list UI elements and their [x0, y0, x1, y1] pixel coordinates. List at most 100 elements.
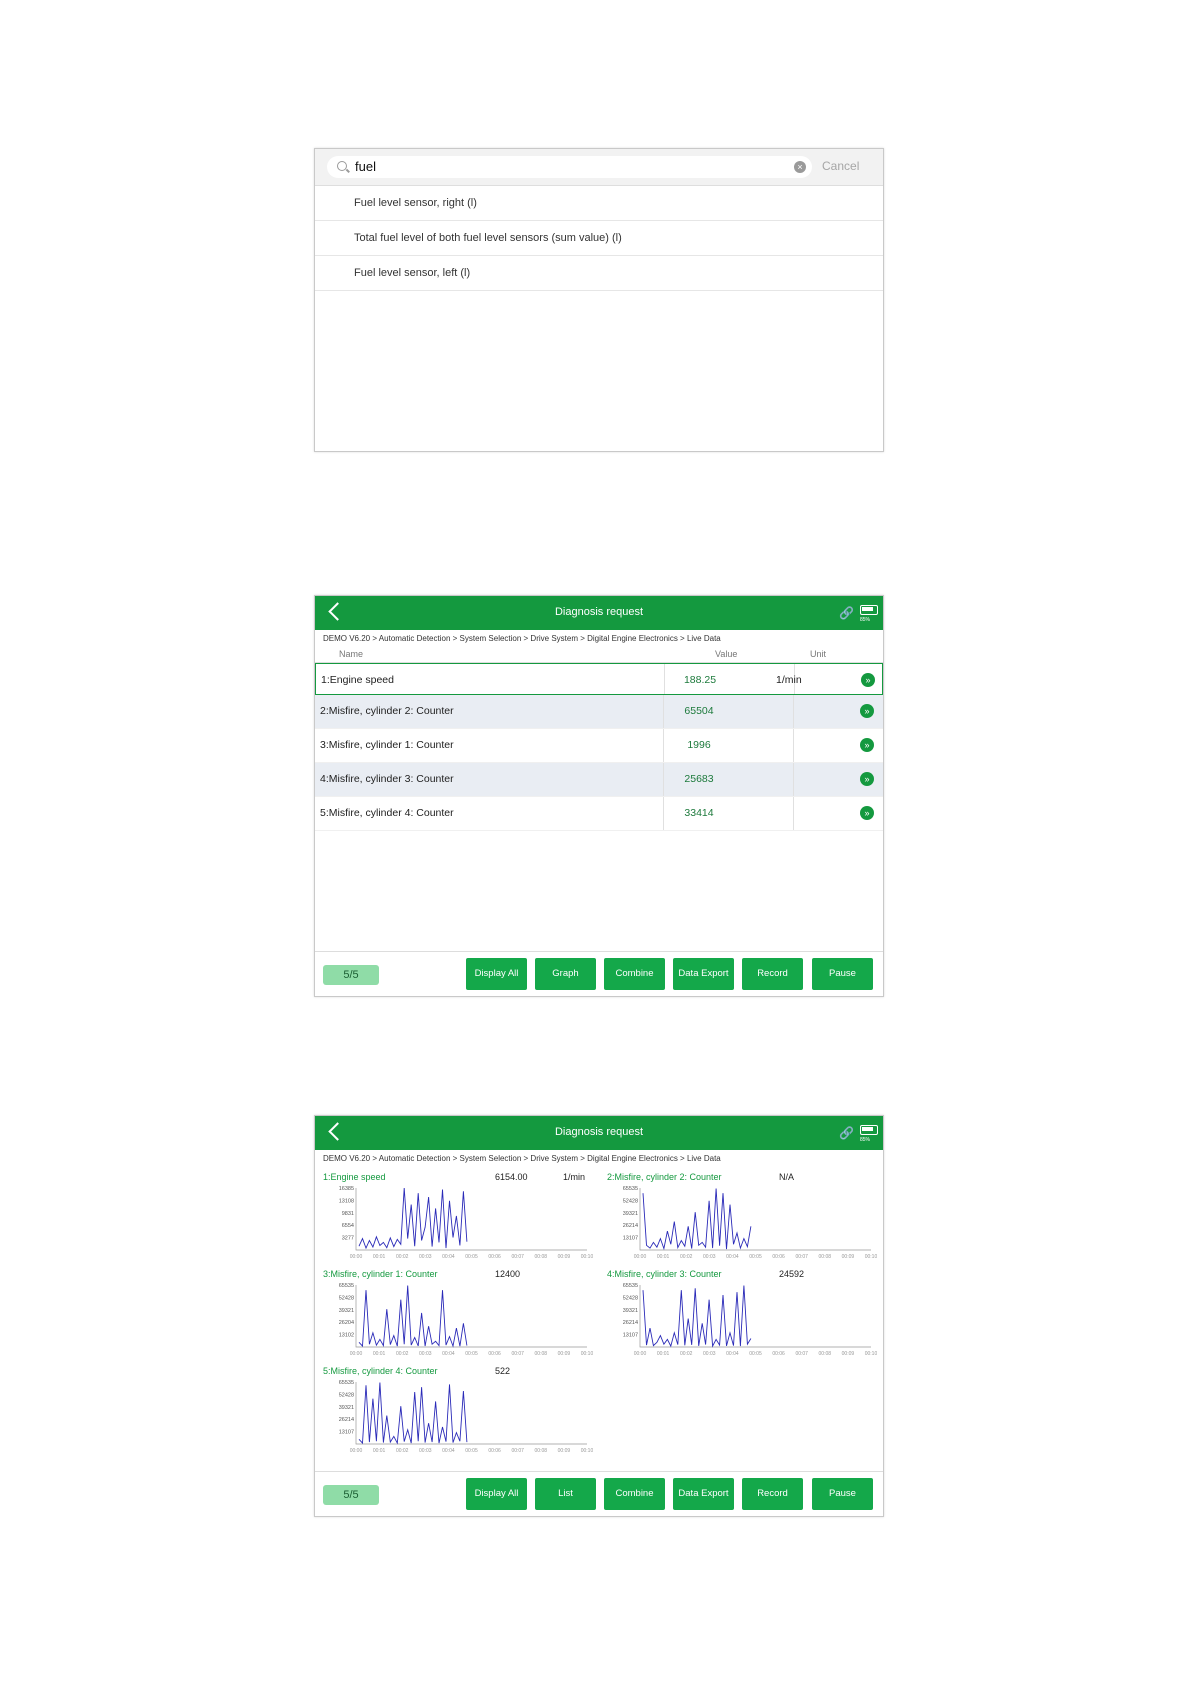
- live-data-graph-screen: Diagnosis request 🔗 85% DEMO V6.20 > Aut…: [314, 1115, 884, 1517]
- chevron-down-icon[interactable]: »: [860, 704, 874, 718]
- y-tick-label: 65535: [339, 1283, 354, 1289]
- combine-button[interactable]: Combine: [604, 958, 665, 990]
- live-data-list-screen: Diagnosis request 🔗 85% DEMO V6.20 > Aut…: [314, 595, 884, 997]
- link-icon: 🔗: [839, 1126, 854, 1140]
- table-row[interactable]: 4:Misfire, cylinder 3: Counter 25683 »: [315, 763, 883, 797]
- graph-button[interactable]: Graph: [535, 958, 596, 990]
- y-tick-label: 52428: [623, 1198, 638, 1204]
- line-chart: 65535 52428 39321 26214 13107 00:00 00:01 00:02…: [623, 1283, 877, 1357]
- x-tick-label: 00:07: [795, 1254, 808, 1260]
- graph-title: 4:Misfire, cylinder 3: Counter: [607, 1269, 722, 1279]
- record-button[interactable]: Record: [742, 958, 803, 990]
- chevron-down-icon[interactable]: »: [860, 772, 874, 786]
- graph-cell[interactable]: 4:Misfire, cylinder 3: Counter 24592 65535…: [607, 1269, 877, 1364]
- table-row[interactable]: 1:Engine speed 188.25 1/min »: [315, 663, 883, 695]
- combine-button[interactable]: Combine: [604, 1478, 665, 1510]
- graph-value: N/A: [779, 1172, 795, 1182]
- top-bar: Diagnosis request 🔗 85%: [315, 596, 883, 630]
- table-row[interactable]: 3:Misfire, cylinder 1: Counter 1996 »: [315, 729, 883, 763]
- link-icon: 🔗: [839, 606, 854, 620]
- record-button[interactable]: Record: [742, 1478, 803, 1510]
- axis-line: [639, 1285, 871, 1348]
- battery-level: 85%: [860, 617, 871, 623]
- page-title: Diagnosis request: [554, 1126, 644, 1138]
- y-tick-label: 26214: [623, 1223, 638, 1229]
- graph-value: 24592: [779, 1269, 805, 1279]
- graph-cell[interactable]: 5:Misfire, cylinder 4: Counter 522 65535 52…: [323, 1366, 593, 1461]
- graph-cell[interactable]: 2:Misfire, cylinder 2: Counter N/A 65535 52…: [607, 1172, 877, 1267]
- row-value: 1996: [687, 739, 711, 751]
- graph-title: 2:Misfire, cylinder 2: Counter: [607, 1172, 722, 1182]
- chevron-down-icon[interactable]: »: [860, 738, 874, 752]
- list-button[interactable]: List: [535, 1478, 596, 1510]
- search-result[interactable]: Fuel level sensor, right (l): [315, 186, 883, 221]
- graph-cell[interactable]: 3:Misfire, cylinder 1: Counter 12400 65535…: [323, 1269, 593, 1364]
- page-title: Diagnosis request: [554, 606, 644, 618]
- breadcrumb: DEMO V6.20 > Automatic Detection > Syste…: [323, 634, 721, 643]
- x-tick-label: 00:03: [419, 1448, 432, 1454]
- table-header: Name Value Unit: [315, 646, 883, 663]
- x-tick-label: 00:03: [419, 1351, 432, 1357]
- battery-level: 85%: [860, 1137, 871, 1143]
- line-chart: 65535 52428 39321 26214 13107 00:00 00:01 00:02…: [623, 1186, 877, 1260]
- table-row[interactable]: 2:Misfire, cylinder 2: Counter 65504 »: [315, 695, 883, 729]
- x-tick-label: 00:04: [442, 1448, 455, 1454]
- x-tick-label: 00:06: [488, 1448, 501, 1454]
- graph-cell[interactable]: 1:Engine speed 6154.00 1/min 16385 13108 9831…: [323, 1172, 593, 1267]
- data-export-button[interactable]: Data Export: [673, 1478, 734, 1510]
- x-tick-label: 00:06: [772, 1351, 785, 1357]
- x-tick-label: 00:05: [749, 1254, 762, 1260]
- x-tick-label: 00:04: [726, 1351, 739, 1357]
- battery-icon: [860, 1125, 878, 1135]
- display-all-button[interactable]: Display All: [466, 958, 527, 990]
- x-tick-label: 00:10: [865, 1254, 877, 1260]
- y-tick-label: 13107: [339, 1430, 354, 1436]
- x-tick-label: 00:05: [465, 1351, 478, 1357]
- x-tick-label: 00:01: [657, 1351, 670, 1357]
- y-tick-label: 13107: [623, 1333, 638, 1339]
- x-tick-label: 00:01: [373, 1351, 386, 1357]
- axis-line: [355, 1382, 587, 1445]
- clear-icon[interactable]: ×: [794, 161, 806, 173]
- pause-button[interactable]: Pause: [812, 958, 873, 990]
- chevron-down-icon[interactable]: »: [860, 806, 874, 820]
- x-tick-label: 00:08: [819, 1351, 832, 1357]
- x-tick-label: 00:03: [419, 1254, 432, 1260]
- x-tick-label: 00:07: [511, 1448, 524, 1454]
- divider: [793, 695, 794, 728]
- x-tick-label: 00:10: [581, 1351, 593, 1357]
- top-bar: Diagnosis request 🔗 85%: [315, 1116, 883, 1150]
- row-name: 4:Misfire, cylinder 3: Counter: [320, 773, 454, 785]
- row-value: 188.25: [683, 674, 717, 686]
- column-unit: Unit: [810, 649, 827, 659]
- search-result[interactable]: Fuel level sensor, left (l): [315, 256, 883, 291]
- cancel-button[interactable]: Cancel: [822, 159, 859, 173]
- row-value: 25683: [684, 773, 714, 785]
- chevron-down-icon[interactable]: »: [861, 673, 875, 687]
- row-value: 33414: [684, 807, 714, 819]
- y-tick-label: 13102: [339, 1333, 354, 1339]
- data-export-button[interactable]: Data Export: [673, 958, 734, 990]
- row-unit: 1/min: [776, 674, 802, 686]
- table-row[interactable]: 5:Misfire, cylinder 4: Counter 33414 »: [315, 797, 883, 831]
- row-value: 65504: [684, 705, 714, 717]
- graph-title: 5:Misfire, cylinder 4: Counter: [323, 1366, 438, 1376]
- search-input[interactable]: fuel ×: [327, 156, 812, 178]
- x-tick-label: 00:10: [581, 1448, 593, 1454]
- pause-button[interactable]: Pause: [812, 1478, 873, 1510]
- graph-value: 12400: [495, 1269, 521, 1279]
- x-tick-label: 00:06: [772, 1254, 785, 1260]
- x-tick-label: 00:04: [442, 1351, 455, 1357]
- y-tick-label: 6554: [342, 1223, 354, 1229]
- y-tick-label: 52428: [339, 1392, 354, 1398]
- axis-line: [639, 1188, 871, 1251]
- y-tick-label: 9831: [342, 1211, 354, 1217]
- display-all-button[interactable]: Display All: [466, 1478, 527, 1510]
- x-tick-label: 00:06: [488, 1254, 501, 1260]
- divider: [793, 729, 794, 762]
- x-tick-label: 00:01: [373, 1254, 386, 1260]
- row-name: 2:Misfire, cylinder 2: Counter: [320, 705, 454, 717]
- series-line: [358, 1382, 468, 1445]
- search-result[interactable]: Total fuel level of both fuel level sens…: [315, 221, 883, 256]
- x-tick-label: 00:08: [535, 1351, 548, 1357]
